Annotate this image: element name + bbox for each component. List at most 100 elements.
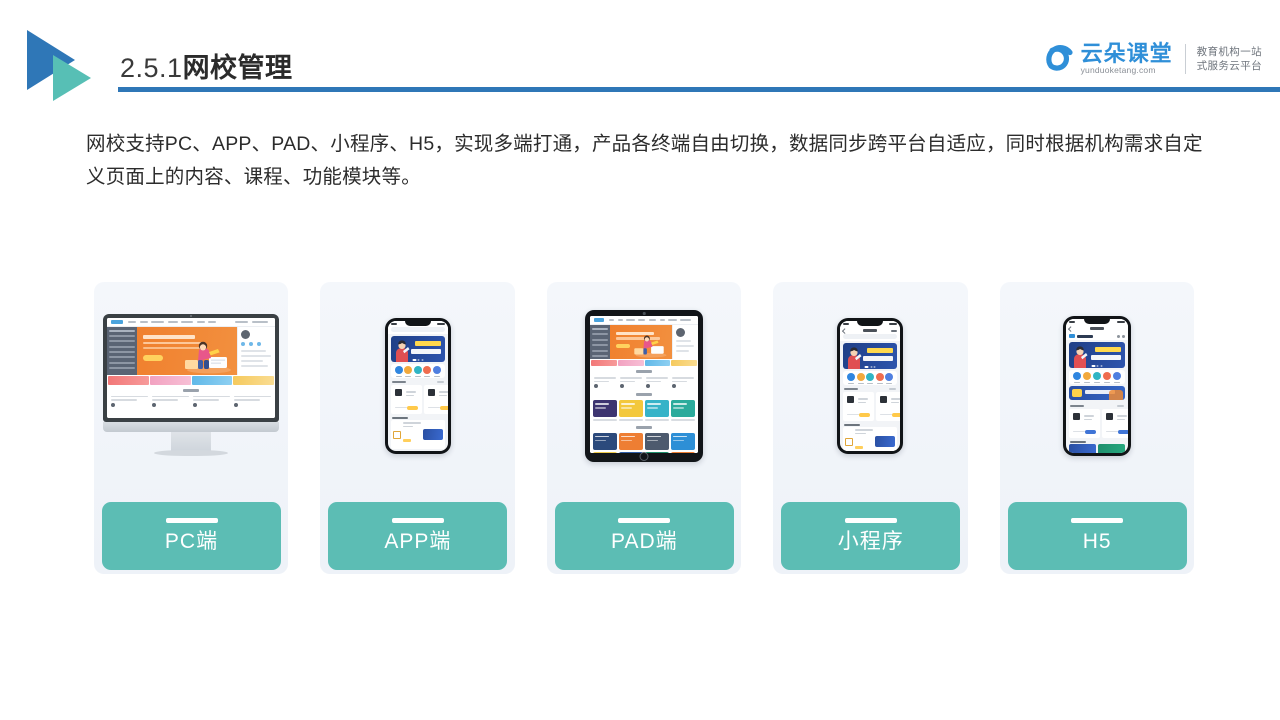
phone-hero-banner[interactable] (390, 336, 445, 362)
course-card[interactable] (876, 392, 901, 421)
platform-card-pad[interactable]: PAD端 (546, 282, 742, 574)
site-course-item[interactable] (193, 395, 231, 407)
cta-app[interactable]: APP端 (328, 502, 508, 570)
quick-icon-2[interactable] (1082, 372, 1091, 383)
phone-search-bar[interactable] (387, 327, 448, 334)
phone-notch (404, 321, 431, 326)
course-card[interactable] (1068, 409, 1100, 438)
banner-cta-button[interactable] (143, 354, 164, 361)
quick-icon-2[interactable] (856, 373, 865, 384)
grid-course-card[interactable] (593, 400, 618, 418)
grid-course-card[interactable] (619, 400, 644, 418)
monitor-chin (103, 421, 280, 432)
site-sidebar (590, 325, 611, 359)
grid-course-card[interactable] (671, 432, 696, 450)
site-course-item[interactable] (620, 377, 643, 389)
grid-course-card[interactable] (593, 432, 618, 450)
grid-course-card[interactable] (645, 451, 670, 453)
quick-icon-4[interactable] (423, 366, 432, 377)
phone-section-2-title (388, 414, 448, 421)
grid-course-card[interactable] (645, 400, 670, 418)
quick-icon-3[interactable] (1092, 372, 1101, 383)
tablet-home-button[interactable] (639, 451, 649, 461)
page-title: 2.5.1网校管理 (120, 46, 293, 85)
site-right-panel (672, 325, 699, 359)
phone-hero-banner[interactable] (843, 343, 898, 369)
quick-icon-5[interactable] (885, 373, 894, 384)
phone-notch (1083, 319, 1110, 324)
promo-thumb[interactable] (1097, 444, 1125, 453)
cloud-icon (1039, 39, 1079, 79)
browser-title-bar (1065, 325, 1128, 332)
phone-display (840, 321, 901, 451)
site-section-heading (590, 423, 698, 431)
phone-hero-banner[interactable] (1068, 342, 1125, 368)
phone-display (1065, 319, 1128, 453)
menu-icon[interactable] (1116, 334, 1120, 338)
cta-pc[interactable]: PC端 (102, 502, 281, 570)
site-course-item[interactable] (152, 395, 190, 407)
quick-icon-5[interactable] (1112, 372, 1121, 383)
course-card[interactable] (423, 385, 448, 414)
slide-header: 2.5.1网校管理 云朵课堂 yunduoketang.com 教育机构一站 式… (0, 0, 1280, 110)
site-course-item[interactable] (111, 395, 149, 407)
user-icon[interactable] (1121, 334, 1125, 338)
site-course-row (590, 375, 698, 390)
h5-promo-banner[interactable] (1068, 385, 1125, 400)
phone-quick-icons (390, 364, 445, 378)
list-item[interactable] (843, 427, 898, 451)
monitor-screen (103, 313, 280, 422)
grid-course-card[interactable] (619, 432, 644, 450)
phone-search-bar[interactable] (840, 334, 901, 341)
grid-course-card[interactable] (645, 432, 670, 450)
quick-icon-4[interactable] (1102, 372, 1111, 383)
quick-icon-5[interactable] (432, 366, 441, 377)
course-card[interactable] (390, 385, 422, 414)
phone-quick-icons (1068, 370, 1125, 384)
site-hero-banner (137, 326, 238, 375)
tablet-icon (585, 310, 704, 462)
site-course-item[interactable] (672, 377, 695, 389)
site-navbar (107, 317, 276, 327)
platform-card-h5[interactable]: H5 (999, 282, 1195, 574)
website-mockup (107, 317, 276, 418)
brand-tagline: 教育机构一站 式服务云平台 (1197, 45, 1262, 73)
phone-notch (857, 321, 884, 326)
quick-icon-1[interactable] (394, 366, 403, 377)
platform-card-app[interactable]: APP端 (320, 282, 515, 574)
device-illustration-tablet (547, 282, 741, 490)
quick-icon-2[interactable] (404, 366, 413, 377)
cta-miniapp[interactable]: 小程序 (781, 502, 961, 570)
grid-course-card[interactable] (671, 451, 696, 453)
cta-pad[interactable]: PAD端 (554, 502, 734, 570)
back-chevron-icon[interactable] (842, 328, 848, 333)
quick-icon-4[interactable] (875, 373, 884, 384)
smartphone-icon (837, 318, 904, 454)
quick-icon-1[interactable] (1072, 372, 1081, 383)
body-paragraph: 网校支持PC、APP、PAD、小程序、H5，实现多端打通，产品各终端自由切换，数… (86, 133, 1203, 188)
course-card[interactable] (1101, 409, 1128, 438)
site-course-item[interactable] (646, 377, 669, 389)
quick-icon-1[interactable] (847, 373, 856, 384)
phone-quick-icons (843, 371, 898, 385)
site-right-panel (237, 326, 276, 375)
grid-course-card[interactable] (671, 400, 696, 418)
site-section-heading (590, 390, 698, 398)
promo-thumb[interactable] (1068, 444, 1096, 453)
quick-icon-3[interactable] (413, 366, 422, 377)
phone-section-2-title (1066, 438, 1128, 445)
platform-card-miniapp[interactable]: 小程序 (773, 282, 968, 574)
site-course-item[interactable] (234, 395, 272, 407)
miniapp-capsule-menu-icon[interactable] (891, 329, 898, 332)
course-card[interactable] (843, 392, 875, 421)
device-illustration-phone (320, 282, 514, 490)
list-item[interactable] (390, 420, 445, 449)
platform-card-pc[interactable]: PC端 (94, 282, 289, 574)
smartphone-icon (384, 318, 451, 454)
cta-label: H5 (1082, 530, 1112, 553)
site-course-item[interactable] (594, 377, 617, 389)
grid-course-card[interactable] (593, 451, 618, 453)
cta-h5[interactable]: H5 (1007, 502, 1187, 570)
quick-icon-3[interactable] (866, 373, 875, 384)
back-chevron-icon[interactable] (1068, 326, 1074, 331)
